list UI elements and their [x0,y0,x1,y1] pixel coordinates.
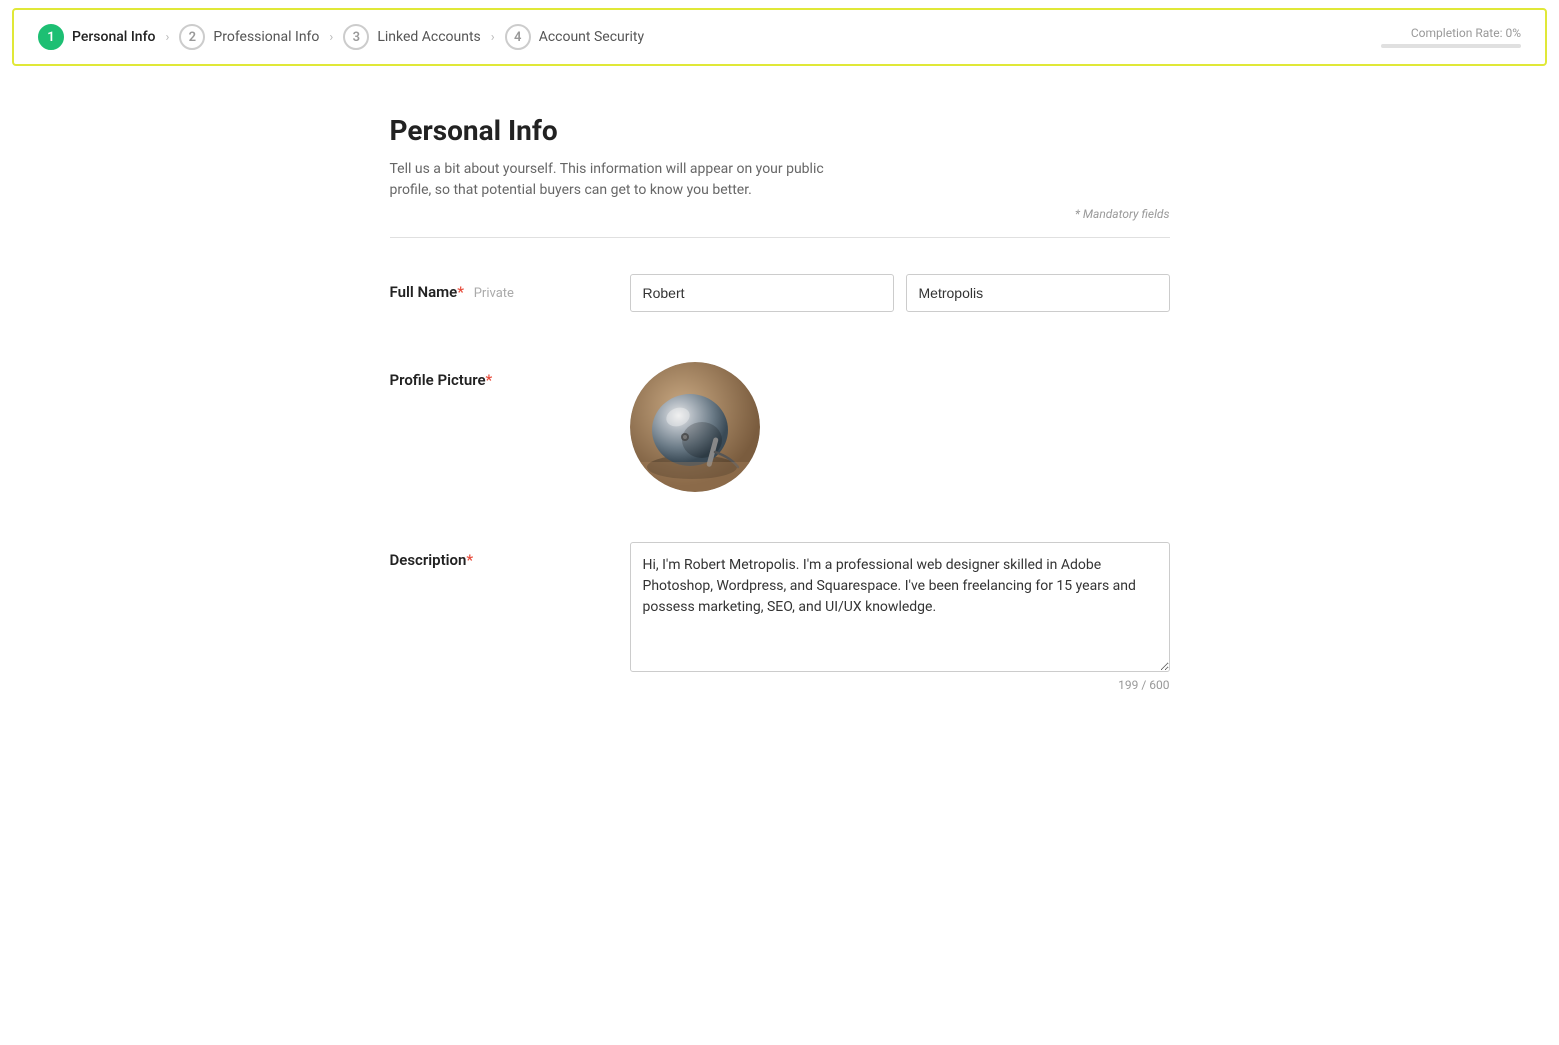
step-2-number: 2 [179,24,205,50]
full-name-row: Full Name* Private [390,274,1170,312]
step-3-label: Linked Accounts [377,29,480,45]
step-2-professional-info[interactable]: 2 Professional Info [179,24,319,50]
completion-bar-background [1381,44,1521,48]
full-name-label-col: Full Name* Private [390,274,630,301]
arrow-1-2: › [165,30,169,45]
step-4-account-security[interactable]: 4 Account Security [505,24,644,50]
completion-label: Completion Rate: 0% [1411,26,1521,40]
step-2-label: Professional Info [213,29,319,45]
completion-area: Completion Rate: 0% [1381,26,1521,48]
full-name-required: * [457,283,464,301]
profile-picture-image [630,362,760,492]
arrow-2-3: › [329,30,333,45]
full-name-private-tag: Private [474,286,514,301]
char-count: 199 / 600 [630,678,1170,692]
arrow-3-4: › [491,30,495,45]
divider [390,237,1170,238]
step-1-personal-info[interactable]: 1 Personal Info [38,24,155,50]
profile-picture-label: Profile Picture* [390,371,493,389]
step-4-number: 4 [505,24,531,50]
steps-container: 1 Personal Info › 2 Professional Info › … [38,24,644,50]
main-content: Personal Info Tell us a bit about yourse… [330,74,1230,802]
step-1-label: Personal Info [72,29,155,45]
description-label-col: Description* [390,542,630,569]
description-col: Hi, I'm Robert Metropolis. I'm a profess… [630,542,1170,692]
page-title: Personal Info [390,114,1170,147]
profile-picture-label-col: Profile Picture* [390,362,630,389]
page-description: Tell us a bit about yourself. This infor… [390,159,830,201]
last-name-input[interactable] [906,274,1170,312]
first-name-input[interactable] [630,274,894,312]
step-3-linked-accounts[interactable]: 3 Linked Accounts [343,24,480,50]
full-name-inputs [630,274,1170,312]
step-1-number: 1 [38,24,64,50]
step-3-number: 3 [343,24,369,50]
description-row: Description* Hi, I'm Robert Metropolis. … [390,542,1170,692]
profile-picture-circle[interactable] [630,362,760,492]
full-name-label: Full Name* Private [390,283,514,301]
description-label: Description* [390,551,474,569]
mandatory-note: * Mandatory fields [390,207,1170,221]
step-wizard-nav: 1 Personal Info › 2 Professional Info › … [12,8,1547,66]
description-textarea[interactable]: Hi, I'm Robert Metropolis. I'm a profess… [630,542,1170,672]
step-4-label: Account Security [539,29,644,45]
profile-picture-row: Profile Picture* [390,362,1170,492]
profile-picture-col[interactable] [630,362,760,492]
profile-picture-required: * [486,371,493,389]
description-required: * [466,551,473,569]
